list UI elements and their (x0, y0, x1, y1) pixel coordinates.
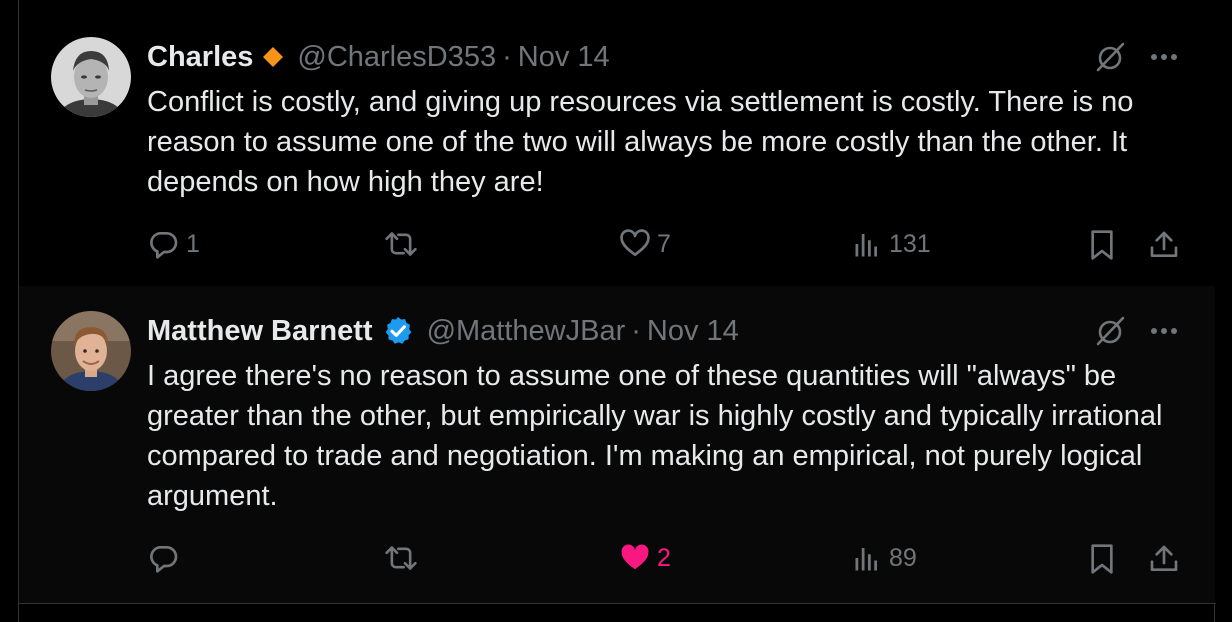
grok-icon[interactable] (1093, 314, 1127, 348)
tweet-text: I agree there's no reason to assume one … (147, 360, 1163, 512)
divider (18, 603, 1216, 604)
repost-icon (385, 232, 417, 256)
bookmark-icon (1091, 230, 1113, 260)
view-count: 131 (889, 229, 931, 258)
more-options-icon[interactable] (1148, 47, 1182, 67)
views-button[interactable]: 89 (853, 542, 917, 574)
like-count: 2 (657, 543, 671, 572)
analytics-icon (855, 234, 877, 257)
repost-icon (385, 546, 417, 570)
reply-button[interactable]: 1 (148, 228, 200, 260)
separator: · (631, 315, 641, 347)
share-button[interactable] (1148, 542, 1180, 576)
bookmark-icon (1091, 544, 1113, 574)
reply-icon (150, 232, 178, 259)
tweet-header: Matthew Barnett @MatthewJBar · Nov 14 (147, 313, 739, 349)
post-date[interactable]: Nov 14 (647, 313, 739, 349)
user-handle[interactable]: @MatthewJBar (427, 313, 626, 349)
separator: · (502, 41, 512, 73)
views-button[interactable]: 131 (853, 228, 931, 260)
user-handle[interactable]: @CharlesD353 (297, 39, 496, 75)
share-button[interactable] (1148, 228, 1180, 262)
tweet-header: Charles @CharlesD353 · Nov 14 (147, 39, 610, 75)
more-options-icon[interactable] (1148, 321, 1182, 341)
heart-outline-icon (620, 229, 650, 256)
repost-button[interactable] (384, 228, 424, 260)
avatar[interactable] (51, 37, 131, 117)
view-count: 89 (889, 543, 917, 572)
repost-button[interactable] (384, 542, 424, 574)
grok-icon[interactable] (1093, 40, 1127, 74)
bookmark-button[interactable] (1086, 542, 1118, 576)
post-date[interactable]: Nov 14 (518, 39, 610, 75)
display-name[interactable]: Matthew Barnett (147, 313, 373, 349)
share-icon (1150, 545, 1178, 571)
like-count: 7 (657, 229, 671, 258)
orange-diamond-icon (262, 46, 284, 68)
like-button[interactable]: 2 (619, 542, 671, 574)
reply-button[interactable] (148, 542, 186, 574)
share-icon (1150, 231, 1178, 257)
tweet-text: Conflict is costly, and giving up resour… (147, 86, 1134, 198)
reply-icon (150, 546, 178, 573)
bookmark-button[interactable] (1086, 228, 1118, 262)
display-name[interactable]: Charles (147, 39, 253, 75)
verified-badge-icon (382, 315, 414, 347)
heart-filled-icon (621, 544, 649, 570)
reply-count: 1 (186, 229, 200, 258)
avatar[interactable] (51, 311, 131, 391)
analytics-icon (855, 548, 877, 571)
like-button[interactable]: 7 (619, 228, 671, 260)
